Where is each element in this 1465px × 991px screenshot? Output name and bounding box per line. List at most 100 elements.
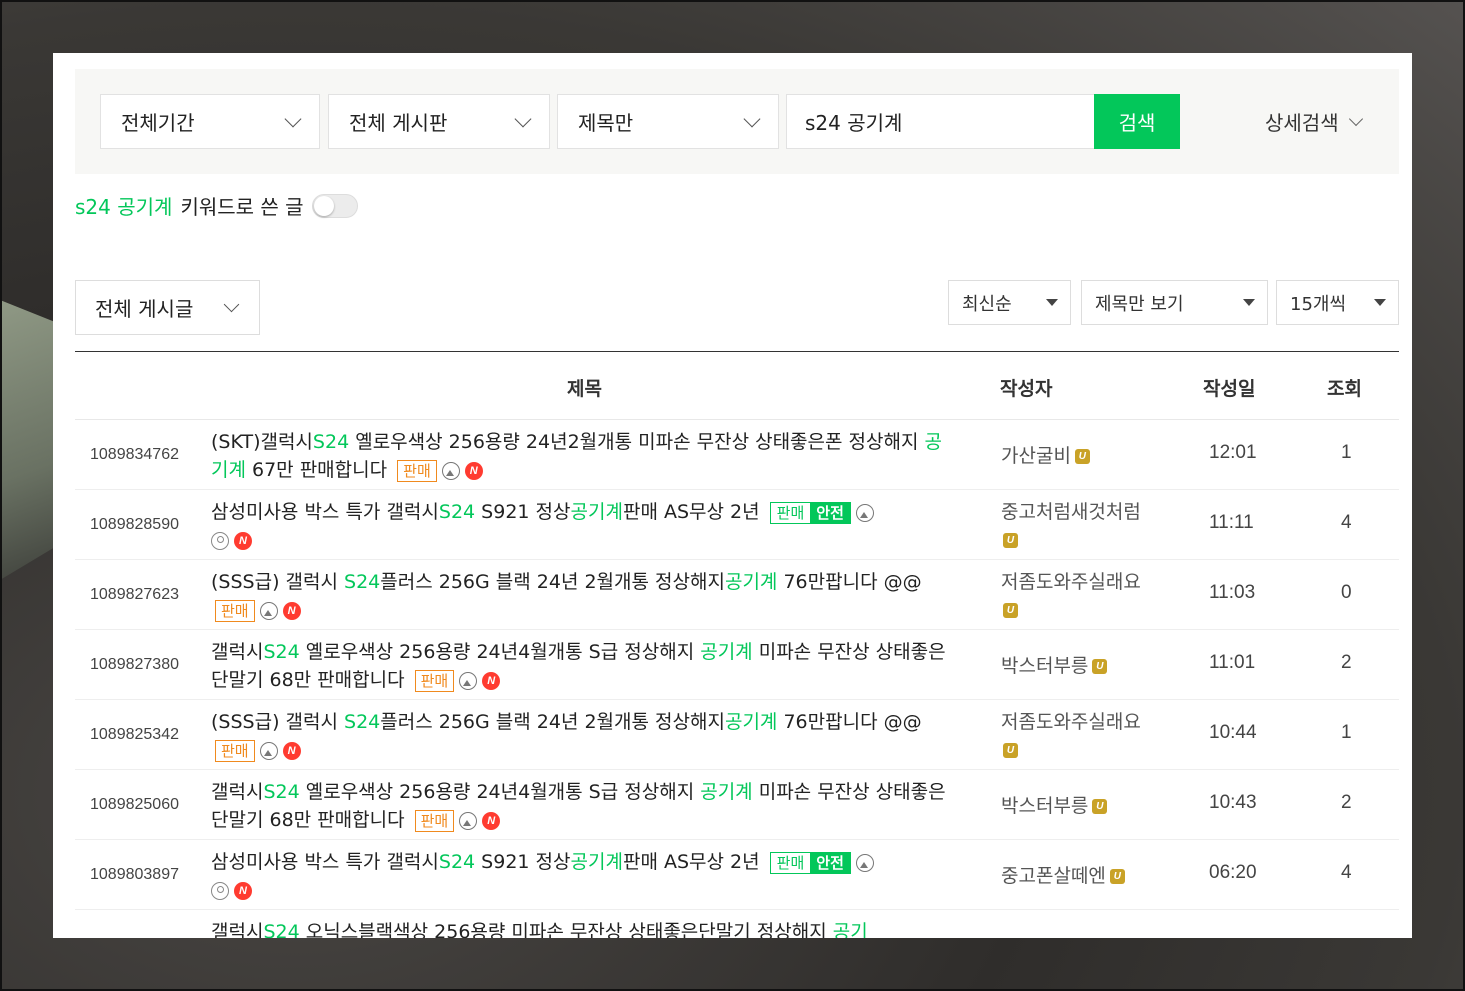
post-filter-dropdown[interactable]: 전체 게시글 [75, 280, 260, 335]
view-count: 4 [1341, 512, 1352, 533]
view-mode-select[interactable]: 제목만 보기 [1081, 280, 1268, 325]
period-dropdown[interactable]: 전체기간 [100, 94, 320, 149]
table-header: 제목 작성자 작성일 조회 [75, 352, 1399, 420]
author-link[interactable]: 박스터부릉 U [1001, 792, 1181, 820]
article-number: 1089827623 [90, 586, 179, 603]
chevron-down-icon [743, 110, 761, 128]
table-row: 1089825060 갤럭시S24 옐로우색상 256용량 24년4월개통 S급… [75, 770, 1399, 840]
member-level-icon: U [1092, 799, 1108, 814]
caret-down-icon [1046, 299, 1058, 306]
author-link[interactable]: 저좀도와주실래요 U [1001, 568, 1181, 624]
title-highlight: S24 [312, 431, 350, 453]
post-filter-label: 전체 게시글 [95, 297, 194, 321]
article-title-link[interactable]: 갤럭시S24 옐로우색상 256용량 24년4월개통 S급 정상해지 공기계 미… [211, 638, 951, 694]
board-dropdown[interactable]: 전체 게시판 [328, 94, 550, 149]
caret-down-icon [1374, 299, 1386, 306]
post-date: 10:44 [1209, 722, 1257, 743]
title-text: 판매 AS무상 2년 [622, 851, 760, 873]
author-name: 중고처럼새것처럼 [1001, 501, 1141, 523]
member-level-icon: U [1092, 659, 1108, 674]
sale-label: 판매 [776, 853, 805, 872]
title-text: 갤럭시 [211, 921, 264, 938]
title-highlight: S24 [344, 571, 381, 593]
table-row: 1089825342 (SSS급) 갤럭시 S24플러스 256G 블랙 24년… [75, 700, 1399, 770]
sort-select[interactable]: 최신순 [948, 280, 1071, 325]
table-row: 1089803897 삼성미사용 박스 특가 갤럭시S24 S921 정상공기계… [75, 840, 1399, 910]
article-title-link[interactable]: 갤럭시S24 옐로우색상 256용량 24년4월개통 S급 정상해지 공기계 미… [211, 778, 951, 834]
article-number: 1089828590 [90, 516, 179, 533]
author-link[interactable]: 중고폰살떼엔 U [1001, 862, 1181, 890]
title-highlight: 공기계 [724, 711, 778, 733]
sale-label: 판매 [776, 503, 805, 522]
author-link[interactable]: 중고처럼새것처럼 U [1001, 498, 1181, 554]
new-icon: N [282, 741, 301, 760]
title-text: 갤럭시 [211, 641, 264, 663]
title-text: 옐로우색상 256용량 24년4월개통 S급 정상해지 [299, 641, 701, 663]
title-text: (SSS급) 갤럭시 [211, 571, 345, 593]
new-icon: N [234, 531, 252, 550]
post-date: 12:01 [1209, 442, 1257, 463]
table-row: 1089827623 (SSS급) 갤럭시 S24플러스 256G 블랙 24년… [75, 560, 1399, 630]
sale-badge: 판매 [414, 669, 455, 692]
title-highlight: 공기계 [700, 641, 753, 663]
view-count: 0 [1341, 582, 1352, 603]
article-title-link[interactable]: (SSS급) 갤럭시 S24플러스 256G 블랙 24년 2월개통 정상해지공… [211, 708, 951, 764]
view-count: 1 [1341, 442, 1352, 463]
title-text: (SKT)갤럭시 [211, 431, 313, 453]
advanced-search-toggle[interactable]: 상세검색 [1265, 107, 1363, 136]
title-text: 오닉스블랙색상 256용량 미파손 무잔상 상태좋은단말기 정상해지 [299, 921, 833, 938]
article-title-link[interactable]: 갤럭시S24 오닉스블랙색상 256용량 미파손 무잔상 상태좋은단말기 정상해… [211, 918, 951, 938]
table-row: 갤럭시S24 오닉스블랙색상 256용량 미파손 무잔상 상태좋은단말기 정상해… [75, 910, 1399, 938]
title-text: 76만팝니다 @@ [777, 571, 922, 593]
new-icon: N [482, 671, 501, 690]
keyword-toggle-switch[interactable] [311, 193, 358, 218]
article-title-link[interactable]: 삼성미사용 박스 특가 갤럭시S24 S921 정상공기계판매 AS무상 2년 … [211, 498, 951, 554]
image-icon [459, 811, 478, 830]
safe-label: 안전 [810, 502, 850, 523]
post-date: 11:03 [1209, 582, 1256, 603]
safe-label: 안전 [810, 852, 850, 873]
new-icon: N [234, 881, 252, 900]
author-link[interactable]: 저좀도와주실래요 U [1001, 708, 1181, 764]
article-title-link[interactable]: 삼성미사용 박스 특가 갤럭시S24 S921 정상공기계판매 AS무상 2년 … [211, 848, 951, 904]
title-highlight: S24 [263, 781, 300, 803]
header-views: 조회 [1327, 378, 1362, 400]
author-name: 박스터부릉 [1001, 795, 1089, 817]
author-link[interactable]: 박스터부릉 U [1001, 652, 1181, 680]
per-page-select[interactable]: 15개씩 [1276, 280, 1399, 325]
header-title: 제목 [567, 378, 602, 400]
title-text: 옐로우색상 256용량 24년2월개통 미파손 무잔상 상태좋은폰 정상해지 [349, 431, 925, 453]
search-button[interactable]: 검색 [1094, 94, 1180, 149]
title-text: S921 정상 [475, 501, 571, 523]
title-highlight: 공기 [832, 921, 868, 938]
search-input[interactable] [786, 94, 1095, 149]
member-level-icon: U [1003, 743, 1018, 758]
article-title-link[interactable]: (SSS급) 갤럭시 S24플러스 256G 블랙 24년 2월개통 정상해지공… [211, 568, 951, 624]
scope-dropdown[interactable]: 제목만 [557, 94, 779, 149]
sale-badge: 판매 [414, 809, 455, 832]
author-name: 중고폰살떼엔 [1001, 865, 1106, 887]
title-highlight: 공기계 [724, 571, 778, 593]
author-name: 박스터부릉 [1001, 655, 1089, 677]
article-table: 제목 작성자 작성일 조회 1089834762 (SKT)갤럭시S24 옐로우… [75, 351, 1399, 938]
article-title-link[interactable]: (SKT)갤럭시S24 옐로우색상 256용량 24년2월개통 미파손 무잔상 … [211, 428, 951, 484]
sale-badge: 판매 [215, 599, 255, 622]
author-link[interactable]: 가산굴비 U [1001, 442, 1181, 470]
member-level-icon: U [1003, 603, 1018, 618]
sale-badge: 판매 [215, 739, 255, 762]
title-highlight: S24 [263, 641, 300, 663]
title-text: S921 정상 [475, 851, 571, 873]
article-number: 1089825060 [90, 796, 179, 813]
author-name: 가산굴비 [1001, 445, 1071, 467]
map-pin-icon [211, 881, 229, 900]
post-date: 11:11 [1209, 512, 1254, 533]
title-text: 판매 AS무상 2년 [622, 501, 760, 523]
title-text: 플러스 256G 블랙 24년 2월개통 정상해지 [380, 711, 725, 733]
article-number: 1089825342 [90, 726, 179, 743]
image-icon [259, 601, 278, 620]
view-count: 4 [1341, 862, 1352, 883]
chevron-down-icon [1348, 111, 1363, 126]
new-icon: N [464, 461, 483, 480]
sort-label: 최신순 [962, 293, 1012, 315]
table-row: 1089828590 삼성미사용 박스 특가 갤럭시S24 S921 정상공기계… [75, 490, 1399, 560]
